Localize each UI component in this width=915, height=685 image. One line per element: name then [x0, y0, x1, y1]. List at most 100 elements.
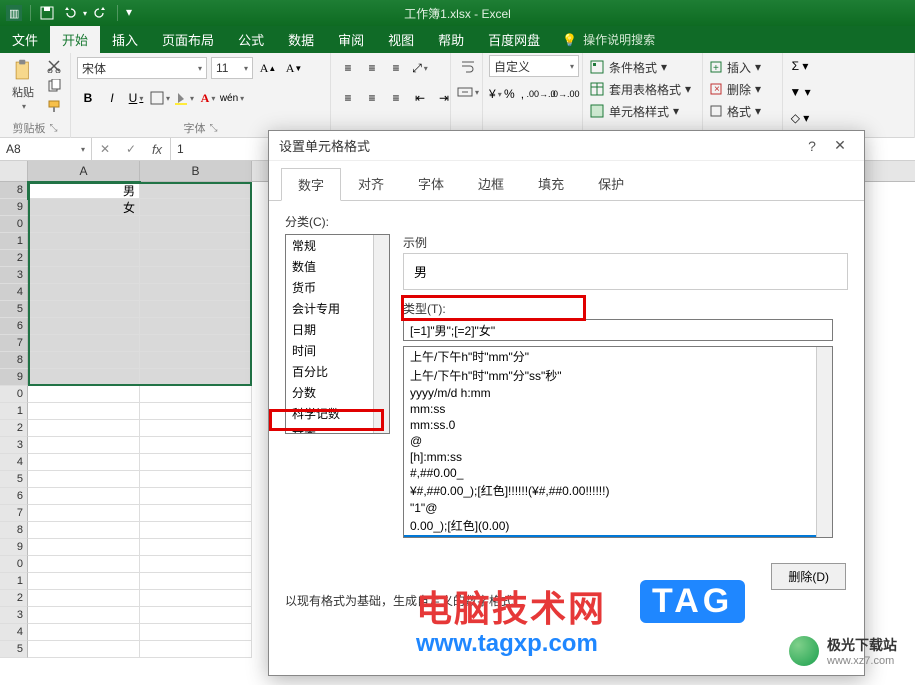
dialog-titlebar[interactable]: 设置单元格格式 ? ✕ — [269, 131, 864, 161]
type-item[interactable]: 0.00_);[红色](0.00) — [404, 516, 832, 535]
cancel-formula-icon[interactable]: ✕ — [92, 142, 118, 156]
orientation-icon[interactable]: ⤢▾ — [409, 57, 431, 79]
save-icon[interactable] — [39, 5, 55, 21]
tab-view[interactable]: 视图 — [376, 26, 426, 53]
undo-icon[interactable] — [61, 5, 77, 21]
row-header[interactable]: 6 — [0, 488, 28, 505]
row-header[interactable]: 0 — [0, 216, 28, 233]
cell[interactable] — [28, 216, 140, 233]
cell[interactable] — [28, 454, 140, 471]
qat-customize-icon[interactable]: ▾ — [126, 5, 142, 21]
cell[interactable]: 女 — [28, 199, 140, 216]
cell[interactable] — [28, 335, 140, 352]
cell[interactable] — [28, 641, 140, 658]
format-painter-icon[interactable] — [44, 97, 64, 115]
row-header[interactable]: 4 — [0, 284, 28, 301]
type-item[interactable]: 上午/下午h"时"mm"分"ss"秒" — [404, 366, 832, 385]
cell[interactable] — [140, 641, 252, 658]
decrease-indent-icon[interactable]: ⇤ — [409, 87, 431, 109]
cell[interactable] — [140, 199, 252, 216]
tell-me-search[interactable]: 💡 操作说明搜索 — [552, 26, 665, 53]
row-header[interactable]: 4 — [0, 454, 28, 471]
row-header[interactable]: 8 — [0, 352, 28, 369]
type-item[interactable]: ¥#,##0.00_);[红色]!!!!!!(¥#,##0.00!!!!!!) — [404, 481, 832, 500]
category-list[interactable]: 常规数值货币会计专用日期时间百分比分数科学记数文本特殊自定义 — [285, 234, 390, 434]
cell[interactable] — [28, 573, 140, 590]
row-header[interactable]: 1 — [0, 233, 28, 250]
row-header[interactable]: 6 — [0, 318, 28, 335]
row-header[interactable]: 7 — [0, 335, 28, 352]
type-item[interactable]: yyyy/m/d h:mm — [404, 385, 832, 401]
delete-button[interactable]: 删除(D) — [771, 563, 846, 590]
row-header[interactable]: 7 — [0, 505, 28, 522]
cell[interactable] — [28, 386, 140, 403]
cell[interactable] — [140, 335, 252, 352]
cell[interactable] — [140, 437, 252, 454]
accounting-icon[interactable]: ¥▾ — [489, 83, 502, 105]
undo-dropdown-icon[interactable]: ▾ — [83, 9, 87, 18]
dialog-close-icon[interactable]: ✕ — [826, 137, 854, 154]
cell[interactable] — [28, 352, 140, 369]
dialog-tab-alignment[interactable]: 对齐 — [341, 167, 401, 200]
enter-formula-icon[interactable]: ✓ — [118, 142, 144, 156]
format-cells-button[interactable]: 格式 ▾ — [709, 101, 761, 121]
percent-icon[interactable]: % — [504, 83, 515, 105]
dialog-tab-fill[interactable]: 填充 — [521, 167, 581, 200]
italic-button[interactable]: I — [101, 87, 123, 109]
cell[interactable] — [140, 522, 252, 539]
col-header-B[interactable]: B — [140, 161, 252, 181]
row-header[interactable]: 3 — [0, 437, 28, 454]
type-input[interactable] — [403, 319, 833, 341]
row-header[interactable]: 1 — [0, 403, 28, 420]
cell[interactable] — [140, 624, 252, 641]
phonetic-button[interactable]: wén▾ — [221, 87, 243, 109]
paste-dropdown-icon[interactable]: ▾ — [20, 102, 26, 111]
tab-insert[interactable]: 插入 — [100, 26, 150, 53]
type-item[interactable]: 上午/下午h"时"mm"分" — [404, 347, 832, 366]
type-item[interactable]: mm:ss — [404, 401, 832, 417]
tab-baidu[interactable]: 百度网盘 — [476, 26, 552, 53]
wrap-text-icon[interactable] — [457, 55, 479, 77]
cell[interactable] — [28, 590, 140, 607]
type-item[interactable]: "1"@ — [404, 500, 832, 516]
delete-cells-button[interactable]: ×删除 ▾ — [709, 79, 761, 99]
cell[interactable] — [140, 318, 252, 335]
align-right-icon[interactable]: ≡ — [385, 87, 407, 109]
category-scrollbar[interactable] — [373, 235, 389, 433]
number-format-combo[interactable]: 自定义▾ — [489, 55, 579, 77]
bold-button[interactable]: B — [77, 87, 99, 109]
cell[interactable] — [28, 624, 140, 641]
row-header[interactable]: 5 — [0, 641, 28, 658]
col-header-A[interactable]: A — [28, 161, 140, 181]
name-box[interactable]: A8▾ — [0, 138, 92, 160]
cell[interactable] — [28, 301, 140, 318]
cell[interactable] — [140, 233, 252, 250]
row-header[interactable]: 0 — [0, 556, 28, 573]
cell[interactable] — [140, 471, 252, 488]
type-item[interactable]: [h]:mm:ss — [404, 449, 832, 465]
tab-file[interactable]: 文件 — [0, 26, 50, 53]
cell[interactable] — [140, 386, 252, 403]
cell[interactable] — [140, 369, 252, 386]
cell[interactable] — [28, 522, 140, 539]
row-header[interactable]: 8 — [0, 182, 28, 199]
cell[interactable] — [28, 471, 140, 488]
autosum-icon[interactable]: Σ ▾ — [789, 55, 811, 77]
dialog-help-icon[interactable]: ? — [798, 138, 826, 154]
cell[interactable] — [140, 607, 252, 624]
type-item[interactable]: @ — [404, 433, 832, 449]
cell[interactable] — [140, 301, 252, 318]
font-size-combo[interactable]: 11▾ — [211, 57, 253, 79]
cell[interactable] — [140, 352, 252, 369]
cell[interactable] — [140, 216, 252, 233]
cell[interactable] — [28, 318, 140, 335]
tab-home[interactable]: 开始 — [50, 26, 100, 53]
cell[interactable] — [140, 403, 252, 420]
row-header[interactable]: 1 — [0, 573, 28, 590]
type-scrollbar[interactable] — [816, 347, 832, 537]
type-list[interactable]: 上午/下午h"时"mm"分"上午/下午h"时"mm"分"ss"秒"yyyy/m/… — [403, 346, 833, 538]
cell[interactable] — [140, 284, 252, 301]
align-center-icon[interactable]: ≡ — [361, 87, 383, 109]
row-header[interactable]: 4 — [0, 624, 28, 641]
font-color-button[interactable]: A▾ — [197, 87, 219, 109]
